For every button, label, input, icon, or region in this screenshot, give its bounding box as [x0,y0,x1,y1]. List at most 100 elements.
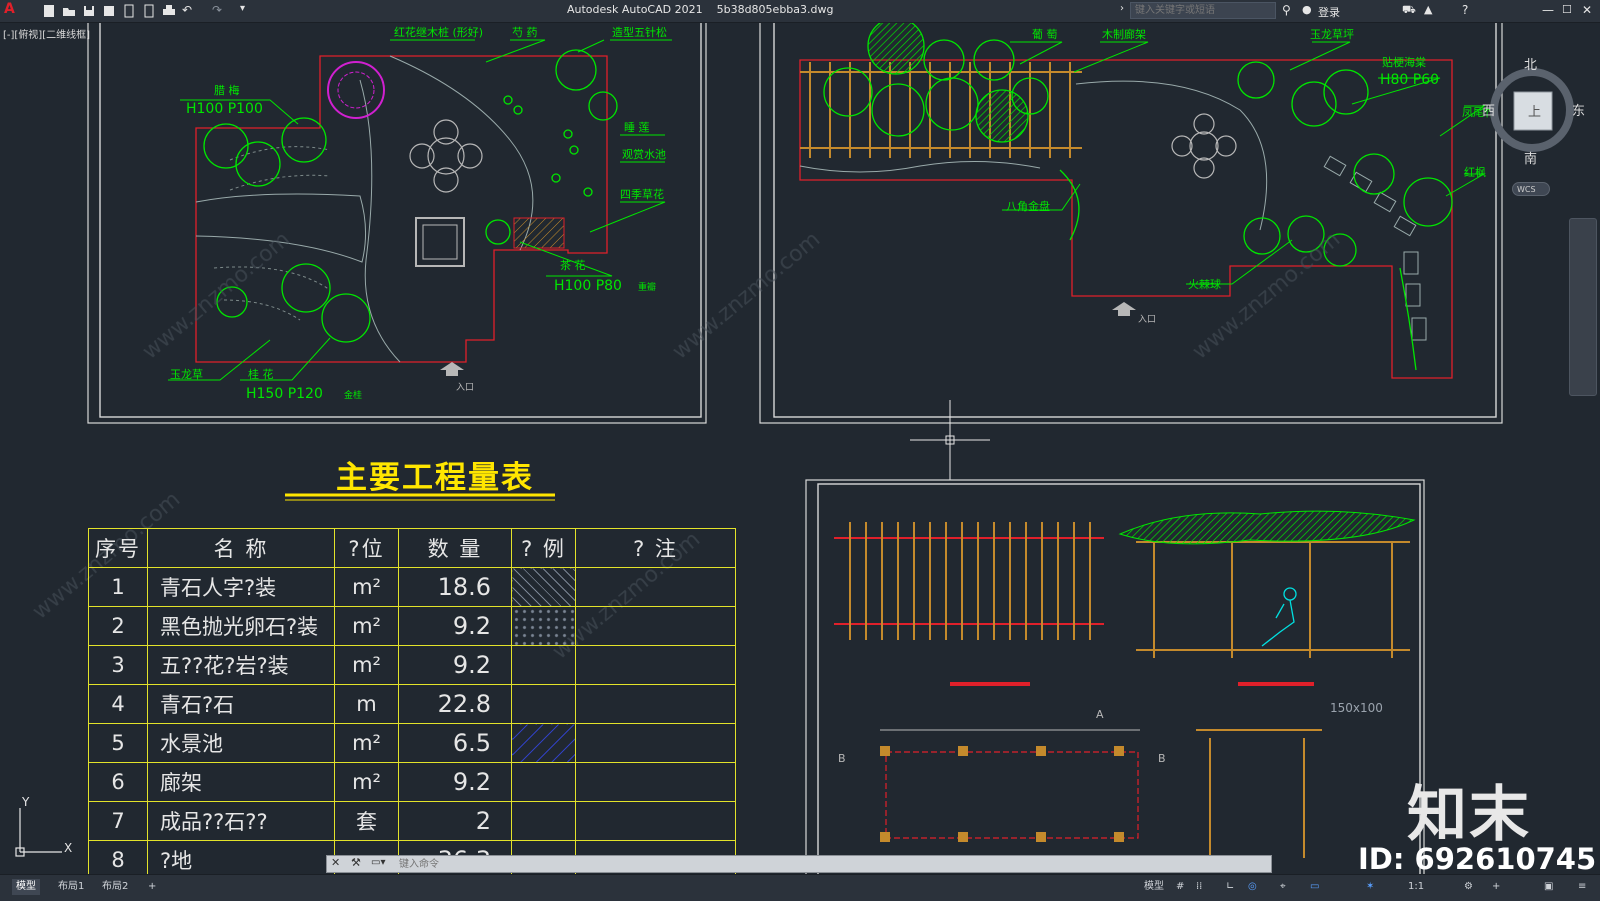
wcs-menu[interactable]: WCS [1512,182,1550,196]
paving-edge [799,160,1041,173]
wrench-icon[interactable]: ⚒ [351,856,361,869]
open-folder-icon[interactable] [62,3,78,19]
save-icon[interactable] [82,3,98,19]
vine-canopy [1118,510,1416,545]
maximize-icon[interactable]: ☐ [1562,3,1578,19]
dim-b-label-right: B [1158,752,1166,765]
pavilion-symbol-right [1171,113,1237,179]
seated-figure [1261,587,1297,647]
a360-icon[interactable]: ▲ [1424,3,1440,19]
save-web-icon[interactable] [142,3,158,19]
table-row: 7 成品??石?? 套 2 [88,801,736,841]
compass-west[interactable]: 西 [1482,100,1495,119]
osnap-icon[interactable]: ⌖ [1276,879,1290,895]
label-bajiao-jinpan: 八角金盘 [1006,199,1050,213]
snap-icon[interactable]: ⁞⁞ [1192,879,1206,895]
header-no: 序号 [88,528,148,568]
user-icon[interactable]: ● [1302,3,1318,19]
search-input[interactable] [1130,2,1276,19]
customize-dropdown-icon[interactable]: ▾ [240,3,256,19]
login-label[interactable]: 登录 [1318,4,1340,20]
label-chahua-note: 重瓣 [638,281,656,293]
label-sijicaohua: 四季草花 [620,188,664,201]
close-icon[interactable]: ✕ [1582,3,1598,19]
label-chahua: 茶 花 [560,259,586,272]
grid-icon[interactable]: # [1172,879,1188,895]
foundation-plan [880,729,1140,842]
crosshair-cursor [910,400,990,480]
label-hongfeng: 红枫 [1464,165,1486,179]
plus-icon[interactable]: + [1488,879,1504,895]
customize-icon[interactable]: ≡ [1574,879,1590,895]
label-shaoyao: 芍 药 [512,26,538,39]
label-chahua-spec: H100 P80 [554,278,622,294]
label-guihua: 桂 花 [248,367,274,381]
section-detail [1196,729,1322,858]
model-space-button[interactable]: 模型 [1140,879,1168,895]
minimize-icon[interactable]: — [1542,3,1558,19]
chahua-bed [513,217,565,249]
status-bar: 模型 布局1 布局2 + 模型 # ⁞⁞ ∟ ◎ ⌖ ▭ ✶ 1:1 ⚙ + ▣… [0,874,1600,901]
fullscreen-icon[interactable]: ▣ [1540,879,1557,895]
navigation-bar[interactable] [1569,218,1597,396]
label-guanshang-shuichi: 观赏水池 [622,148,666,161]
label-entrance-right: 入口 [1138,314,1156,325]
tab-layout1[interactable]: 布局1 [54,879,88,895]
path-edge [1075,80,1268,231]
command-input[interactable] [399,857,899,871]
search-icon[interactable]: ⚲ [1282,3,1298,19]
header-qty: 数 量 [398,528,512,568]
left-plan: 红花继木桩 (形好) 芍 药 造型五针松 腊 梅 H100 P100 睡 莲 观… [87,21,707,424]
header-unit: ?位 [334,528,399,568]
plot-icon[interactable] [162,3,178,19]
spec-label: 150x100 [1330,701,1383,715]
redo-icon[interactable]: ↷ [212,3,228,19]
command-line[interactable]: ✕ ⚒ ▭▾ [326,855,1272,873]
ortho-icon[interactable]: ∟ [1222,879,1238,895]
table-row: 3 五??花?岩?装 m² 9.2 [88,645,736,685]
label-hongjimu: 红花继木桩 (形好) [394,25,483,39]
ucs-icon: Y X [15,795,72,857]
save-as-icon[interactable] [102,3,118,19]
table-row: 4 青石?石 m 22.8 [88,684,736,724]
gear-icon[interactable]: ⚙ [1460,879,1477,895]
help-icon[interactable]: ? [1462,3,1478,19]
label-lamei: 腊 梅 [214,83,240,97]
command-history-icon[interactable]: ▭▾ [371,857,385,868]
cart-icon[interactable]: ⛟ [1402,3,1418,19]
annotation-icon[interactable]: ✶ [1362,879,1378,895]
sheet-frame-inner [99,21,702,418]
pergola-plan [800,62,1082,158]
label-lamei-spec: H100 P100 [186,101,263,117]
plant-symbols-left [203,49,618,343]
label-tiegeng-haitang: 贴梗海棠 [1382,55,1426,69]
close-command-icon[interactable]: ✕ [331,856,340,869]
tab-model[interactable]: 模型 [12,879,40,895]
svg-text:X: X [64,841,72,855]
leaders-left [168,39,672,381]
svg-text:www.znzmo.com: www.znzmo.com [668,227,825,365]
pavilion-symbol [409,119,483,193]
compass-south[interactable]: 南 [1524,148,1537,167]
autocad-logo-icon[interactable]: A [4,1,20,17]
label-muzhi-langjia: 木制廊架 [1102,27,1146,41]
tab-layout2[interactable]: 布局2 [98,879,132,895]
new-file-icon[interactable] [42,3,58,19]
undo-icon[interactable]: ↶ [182,3,198,19]
lineweight-icon[interactable]: ▭ [1306,879,1323,895]
compass-east[interactable]: 东 [1572,100,1585,119]
sheet-frame-inner [817,483,1421,881]
watermark-id: ID: 692610745 [1358,842,1597,876]
compass-north[interactable]: 北 [1524,54,1537,73]
window-title: Autodesk AutoCAD 2021 5b38d805ebba3.dwg [567,3,834,16]
viewcube[interactable]: 上 北 南 东 西 [1482,58,1592,167]
polar-icon[interactable]: ◎ [1244,879,1261,895]
label-guihua-note: 金桂 [344,389,362,401]
open-web-icon[interactable] [122,3,138,19]
dim-a-label: A [1096,708,1104,721]
table-row: 6 廊架 m² 9.2 [88,762,736,802]
annotation-scale[interactable]: 1:1 [1404,879,1428,895]
viewport-controls[interactable]: [-][俯视][二维线框] [3,26,90,41]
label-yulancao: 玉龙草 [170,368,203,381]
add-layout-icon[interactable]: + [144,879,160,895]
